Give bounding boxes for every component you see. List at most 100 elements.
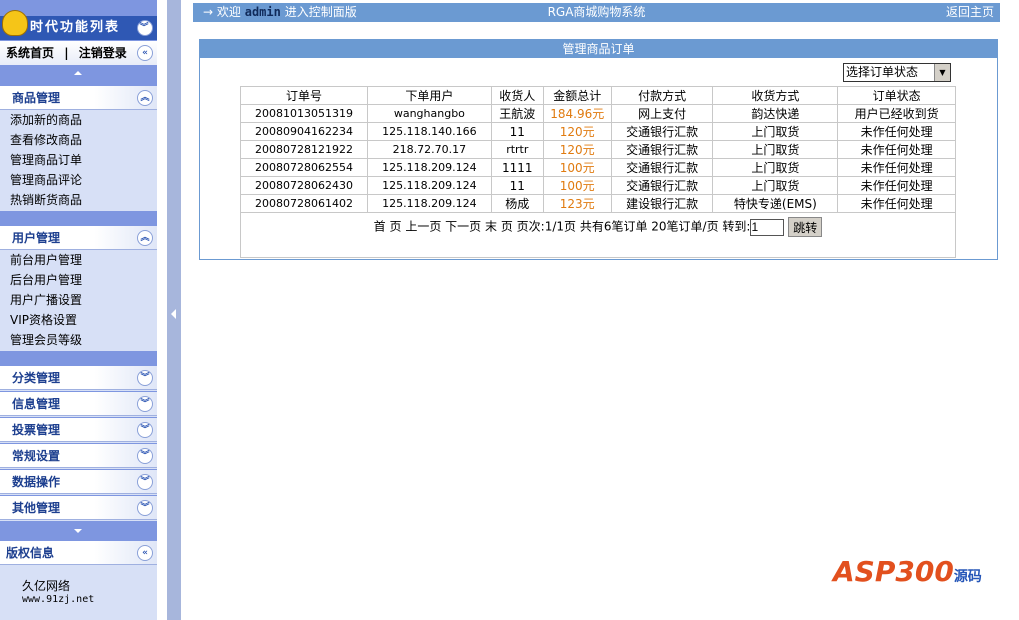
table-cell: 特快专递(EMS) <box>712 194 839 213</box>
menu-group-header[interactable]: 投票管理 ︾ <box>0 418 157 442</box>
column-header: 订单状态 <box>837 86 956 105</box>
table-cell: 1111 <box>490 158 544 177</box>
table-row[interactable]: 20080904162234 125.118.140.166 11 120元 交通银行汇… <box>240 122 956 141</box>
menu-item[interactable]: 查看修改商品 <box>0 130 157 150</box>
expand-icon[interactable]: ︾ <box>137 448 153 464</box>
menu-group-header[interactable]: 用户管理 ︽ <box>0 226 157 250</box>
first-page-link[interactable]: 首 页 <box>374 220 402 234</box>
column-header: 收货方式 <box>712 86 839 105</box>
hide-sidebar-icon[interactable]: « <box>137 45 153 61</box>
menu-item[interactable]: 用户广播设置 <box>0 290 157 310</box>
group-title: 商品管理 <box>12 91 61 105</box>
menu-group-header[interactable]: 数据操作 ︾ <box>0 470 157 494</box>
table-cell: 11 <box>490 122 544 141</box>
menu-item[interactable]: 管理会员等级 <box>0 330 157 350</box>
table-cell: 韵达快递 <box>712 104 839 123</box>
table-cell: 120元 <box>542 140 612 159</box>
sidebar-title-text: 时代功能列表 <box>30 20 121 35</box>
table-cell: 11 <box>490 176 544 195</box>
table-cell: 未作任何处理 <box>837 194 956 213</box>
table-cell: 网上支付 <box>610 104 714 123</box>
system-bar: 系统首页 | 注销登录 « <box>0 41 157 65</box>
table-row[interactable]: 20081013051319 wanghangbo 王航波 184.96元 网上支付 韵达… <box>240 104 956 123</box>
table-row[interactable]: 20080728062554 125.118.209.124 1111 100元 交通银… <box>240 158 956 177</box>
table-cell: 218.72.70.17 <box>366 140 492 159</box>
table-cell: 未作任何处理 <box>837 122 956 141</box>
table-cell: 未作任何处理 <box>837 176 956 195</box>
dropdown-arrow-icon[interactable]: ▼ <box>934 64 950 81</box>
menu-group-collapsed[interactable]: 常规设置 ︾ <box>0 444 157 469</box>
sidebar: 时代功能列表 ︾ 系统首页 | 注销登录 « 商品管理 ︽ 添加新的商品 查看修改商品管… <box>0 0 157 620</box>
table-cell: 未作任何处理 <box>837 140 956 159</box>
table-cell: 20080728121922 <box>240 140 368 159</box>
menu-item[interactable]: 前台用户管理 <box>0 250 157 270</box>
column-header: 金额总计 <box>542 86 612 105</box>
logout-link[interactable]: 注销登录 <box>79 46 127 60</box>
menu-group-collapsed[interactable]: 投票管理 ︾ <box>0 418 157 443</box>
menu-group-collapsed[interactable]: 数据操作 ︾ <box>0 470 157 495</box>
table-cell: rtrtr <box>490 140 544 159</box>
top-bar: → 欢迎 admin 进入控制面版 RGA商城购物系统 返回主页 <box>193 3 1000 22</box>
order-status-select[interactable]: 选择订单状态 ▼ <box>843 63 951 82</box>
orders-panel: 管理商品订单 选择订单状态 ▼ 订单号 下单用户 收货人 金额总计 付款方式 收货方式 订单状… <box>199 39 998 260</box>
menu-group-collapsed[interactable]: 信息管理 ︾ <box>0 392 157 417</box>
menu-item[interactable]: 后台用户管理 <box>0 270 157 290</box>
menu-group-header[interactable]: 分类管理 ︾ <box>0 366 157 390</box>
column-header: 下单用户 <box>366 86 492 105</box>
next-page-link[interactable]: 下一页 <box>445 220 481 234</box>
page-input[interactable] <box>750 218 785 236</box>
table-cell: 125.118.209.124 <box>366 176 492 195</box>
go-button[interactable]: 跳转 <box>788 217 823 237</box>
table-cell: 20080904162234 <box>240 122 368 141</box>
system-name: RGA商城购物系统 <box>547 5 646 19</box>
copyright-url[interactable]: www.91zj.net <box>0 594 157 605</box>
menu-group-collapsed[interactable]: 其他管理 ︾ <box>0 496 157 521</box>
copyright-title: 版权信息 <box>6 546 55 560</box>
menu-group-collapsed[interactable]: 分类管理 ︾ <box>0 366 157 391</box>
column-header: 付款方式 <box>610 86 714 105</box>
menu-item[interactable]: VIP资格设置 <box>0 310 157 330</box>
menu-group-header[interactable]: 常规设置 ︾ <box>0 444 157 468</box>
sidebar-title: 时代功能列表 ︾ <box>0 10 157 40</box>
collapse-icon[interactable]: ︽ <box>137 90 153 106</box>
system-home-link[interactable]: 系统首页 <box>6 46 54 60</box>
table-cell: 20080728061402 <box>240 194 368 213</box>
expand-icon[interactable]: ︾ <box>137 396 153 412</box>
collapse-icon[interactable]: ︽ <box>137 230 153 246</box>
table-row[interactable]: 20080728062430 125.118.209.124 11 100元 交通银行汇… <box>240 176 956 195</box>
prev-page-link[interactable]: 上一页 <box>405 220 441 234</box>
scroll-down-icon[interactable] <box>74 529 82 533</box>
menu-item[interactable]: 管理商品评论 <box>0 170 157 190</box>
menu-group-header[interactable]: 商品管理 ︽ <box>0 86 157 110</box>
expand-icon[interactable]: ︾ <box>137 370 153 386</box>
menu-item[interactable]: 热销断货商品 <box>0 190 157 210</box>
last-page-link[interactable]: 末 页 <box>485 220 513 234</box>
table-cell: 20081013051319 <box>240 104 368 123</box>
menu-group: 用户管理 ︽ 前台用户管理 后台用户管理 用户广播设置 VIP资格设置 管理会员等级 <box>0 226 157 351</box>
table-cell: 125.118.140.166 <box>366 122 492 141</box>
scroll-up-icon[interactable] <box>74 71 82 75</box>
menu-group-header[interactable]: 信息管理 ︾ <box>0 392 157 416</box>
logo-icon <box>2 10 28 36</box>
table-row[interactable]: 20080728061402 125.118.209.124 杨成 123元 建设银行汇… <box>240 194 956 213</box>
collapse-arrow-icon[interactable] <box>171 309 176 319</box>
table-row[interactable]: 20080728121922 218.72.70.17 rtrtr 120元 交通银行汇… <box>240 140 956 159</box>
table-cell: 用户已经收到货 <box>837 104 956 123</box>
group-title: 常规设置 <box>12 449 61 463</box>
table-cell: wanghangbo <box>366 104 492 123</box>
expand-icon[interactable]: ︾ <box>137 500 153 516</box>
copyright-header[interactable]: 版权信息 « <box>0 541 157 565</box>
collapse-icon[interactable]: « <box>137 545 153 561</box>
return-home-link[interactable]: 返回主页 <box>946 3 994 22</box>
table-cell: 交通银行汇款 <box>610 176 714 195</box>
expand-icon[interactable]: ︾ <box>137 422 153 438</box>
menu-group-header[interactable]: 其他管理 ︾ <box>0 496 157 520</box>
asp300-watermark: ASP300源码 <box>833 555 982 588</box>
table-cell: 交通银行汇款 <box>610 158 714 177</box>
table-cell: 上门取货 <box>712 122 839 141</box>
collapse-all-icon[interactable]: ︾ <box>137 20 153 36</box>
menu-item[interactable]: 添加新的商品 <box>0 110 157 130</box>
orders-table: 订单号 下单用户 收货人 金额总计 付款方式 收货方式 订单状态 2008101305131… <box>240 86 956 258</box>
menu-item[interactable]: 管理商品订单 <box>0 150 157 170</box>
expand-icon[interactable]: ︾ <box>137 474 153 490</box>
